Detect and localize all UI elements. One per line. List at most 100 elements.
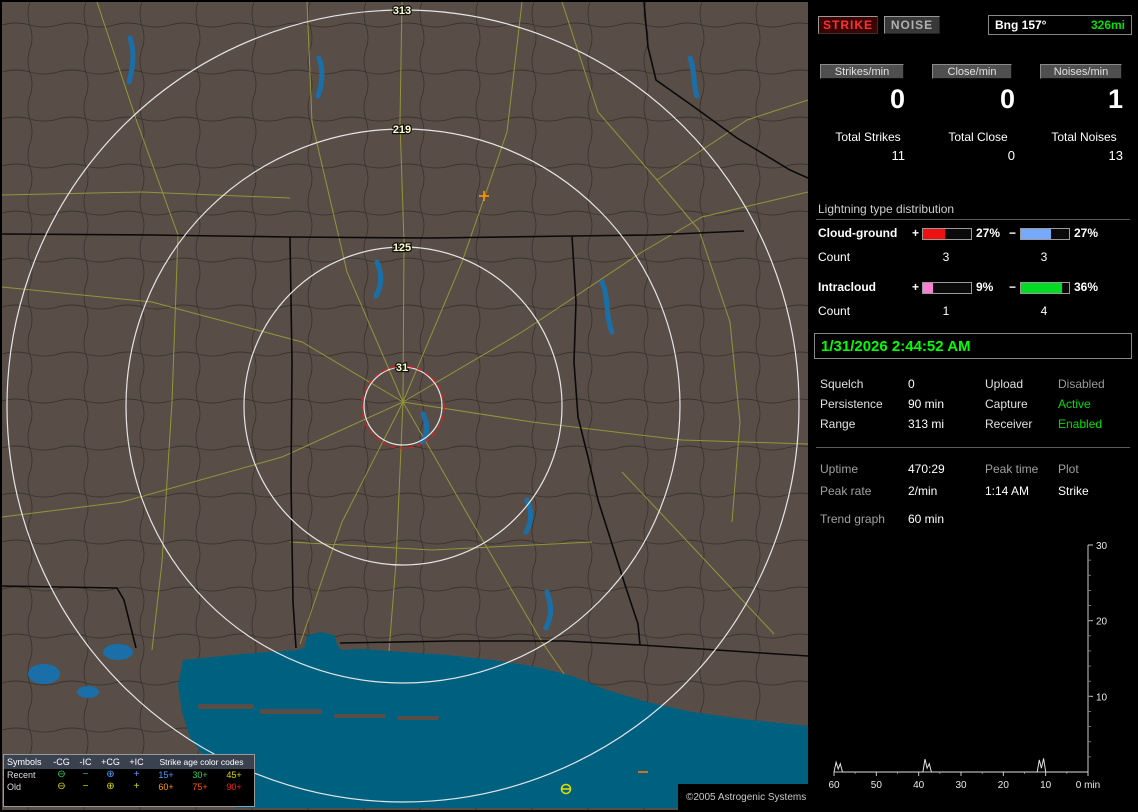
svg-text:20: 20	[1096, 617, 1108, 628]
count-label: Count	[818, 304, 851, 318]
svg-text:0 min: 0 min	[1076, 780, 1100, 791]
plus-icon: +	[133, 782, 140, 792]
minus-icon: −	[82, 782, 89, 792]
status-panel: STRIKE NOISE Bng 157° 326mi Strikes/min …	[810, 0, 1138, 812]
squelch-value: 0	[908, 377, 915, 391]
legend-row-label: Recent	[7, 770, 36, 780]
uptime-label: Uptime	[820, 462, 859, 476]
svg-text:50: 50	[871, 780, 883, 791]
legend-header-ic-pos: +IC	[129, 757, 144, 767]
copyright-text: ©2005 Astrogenic Systems	[686, 792, 806, 803]
legend-age-code: 75+	[192, 782, 208, 792]
plus-sign: +	[912, 280, 920, 294]
peak-time-label: Peak time	[985, 462, 1039, 476]
cg-negative-pct: 27%	[1074, 226, 1099, 240]
cg-positive-count: 3	[942, 250, 950, 264]
strike-button[interactable]: STRIKE	[818, 16, 878, 34]
squelch-label: Squelch	[820, 377, 864, 391]
copyright: ©2005 Astrogenic Systems	[678, 784, 808, 810]
map-legend: Symbols -CG -IC +CG +IC Strike age color…	[3, 754, 255, 807]
minus-icon: −	[82, 770, 89, 780]
cg-negative-bar	[1020, 228, 1070, 240]
distribution-title: Lightning type distribution	[818, 202, 955, 216]
strikes-per-min-value: 0	[889, 84, 905, 114]
peak-time-value: 1:14 AM	[985, 484, 1030, 498]
svg-text:20: 20	[998, 780, 1010, 791]
circle-minus-icon: ⊖	[57, 770, 66, 780]
ic-negative-bar	[1020, 282, 1070, 294]
capture-label: Capture	[985, 397, 1028, 411]
cg-negative-count: 3	[1040, 250, 1048, 264]
plus-sign: +	[912, 226, 920, 240]
total-noises-value: 13	[1108, 148, 1123, 163]
capture-status: Active	[1058, 397, 1091, 411]
receiver-label: Receiver	[985, 417, 1033, 431]
legend-age-code: 60+	[158, 782, 174, 792]
ring-label-219: 219	[393, 124, 411, 136]
svg-text:60: 60	[828, 780, 840, 791]
circle-plus-icon: ⊕	[106, 770, 115, 780]
legend-header-cg-neg: -CG	[53, 757, 70, 767]
legend-row-label: Old	[7, 782, 22, 792]
stormvue-app: 313 219 125 31 ©2005 Astrogenic Systems …	[0, 0, 1138, 812]
plus-icon: +	[133, 770, 140, 780]
bearing-distance: 326mi	[1090, 18, 1125, 32]
legend-age-code: 15+	[158, 770, 174, 780]
circle-minus-icon: ⊖	[57, 782, 66, 792]
noises-per-min-value: 1	[1107, 84, 1123, 114]
trend-graph-label: Trend graph	[820, 512, 885, 526]
lightning-map[interactable]: 313 219 125 31 ©2005 Astrogenic Systems …	[2, 2, 808, 810]
total-strikes-value: 11	[891, 148, 906, 163]
circle-plus-icon: ⊕	[106, 782, 115, 792]
close-per-min-value: 0	[999, 84, 1015, 114]
divider	[816, 447, 1130, 448]
legend-row-recent: Recent ⊖ − ⊕ + 15+ 30+ 45+	[4, 769, 254, 781]
svg-text:30: 30	[955, 780, 967, 791]
legend-row-old: Old ⊖ − ⊕ + 60+ 75+ 90+	[4, 781, 254, 793]
count-label: Count	[818, 250, 851, 264]
ic-positive-bar	[922, 282, 972, 294]
legend-header: Symbols -CG -IC +CG +IC Strike age color…	[4, 755, 254, 769]
peak-rate-value: 2/min	[908, 484, 938, 498]
ic-negative-pct: 36%	[1074, 280, 1099, 294]
total-close-value: 0	[1007, 148, 1015, 163]
legend-age-code: 45+	[226, 770, 242, 780]
ring-label-31: 31	[396, 362, 408, 374]
svg-text:40: 40	[913, 780, 925, 791]
legend-header-age-codes: Strike age color codes	[159, 757, 244, 767]
legend-header-symbols: Symbols	[7, 757, 42, 767]
svg-text:30: 30	[1096, 541, 1108, 552]
minus-sign: −	[1009, 226, 1017, 240]
upload-label: Upload	[985, 377, 1024, 391]
peak-rate-label: Peak rate	[820, 484, 872, 498]
intracloud-label: Intracloud	[818, 280, 877, 294]
legend-header-cg-pos: +CG	[101, 757, 120, 767]
plot-value: Strike	[1058, 484, 1089, 498]
bearing-readout: Bng 157° 326mi	[988, 15, 1132, 35]
range-value: 313 mi	[908, 417, 945, 431]
receiver-status: Enabled	[1058, 417, 1103, 431]
persistence-value: 90 min	[908, 397, 945, 411]
plot-label: Plot	[1058, 462, 1079, 476]
cg-positive-pct: 27%	[976, 226, 1001, 240]
strikes-per-min-label: Strikes/min	[820, 64, 904, 79]
cloud-ground-label: Cloud-ground	[818, 226, 898, 240]
cg-positive-bar	[922, 228, 972, 240]
noises-per-min-label: Noises/min	[1040, 64, 1122, 79]
minus-sign: −	[1009, 280, 1017, 294]
upload-status: Disabled	[1058, 377, 1105, 391]
svg-text:10: 10	[1040, 780, 1052, 791]
legend-header-ic-neg: -IC	[79, 757, 92, 767]
range-label: Range	[820, 417, 856, 431]
total-strikes-label: Total Strikes	[835, 130, 901, 144]
timestamp: 1/31/2026 2:44:52 AM	[814, 333, 1132, 359]
trend-graph-window: 60 min	[908, 512, 945, 526]
map-canvas: 313 219 125 31 ©2005 Astrogenic Systems	[2, 2, 808, 810]
ic-positive-count: 1	[942, 304, 950, 318]
trend-graph: 30 20 10 60 50 40 30 20 10 0 min	[828, 541, 1108, 791]
ring-label-313: 313	[393, 5, 411, 17]
close-per-min-label: Close/min	[932, 64, 1012, 79]
uptime-value: 470:29	[908, 462, 945, 476]
bearing-label: Bng 157°	[995, 18, 1047, 32]
noise-button[interactable]: NOISE	[884, 16, 940, 34]
